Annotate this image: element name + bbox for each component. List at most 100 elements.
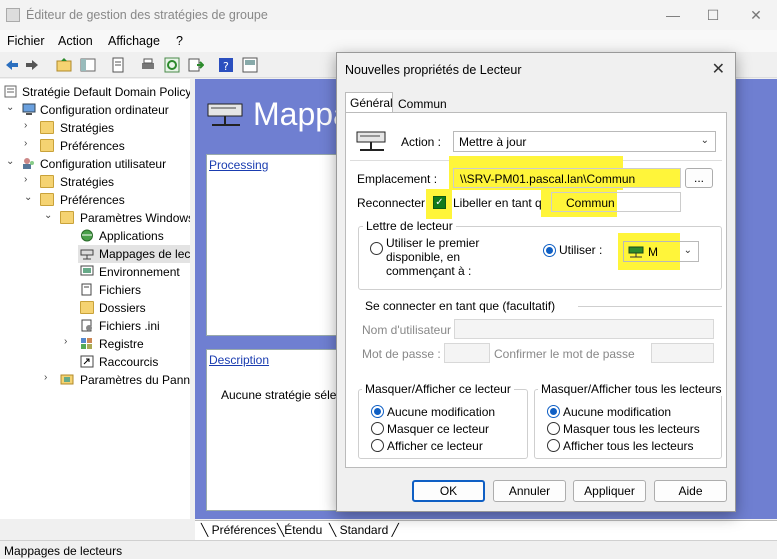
hide-show-all-radio-1[interactable] (547, 422, 560, 435)
help-icon[interactable]: ? (218, 57, 234, 73)
hide-show-drive-radio-1[interactable] (371, 422, 384, 435)
tree-item-config-ordinateur[interactable]: ⌄ Configuration ordinateur (0, 101, 190, 119)
folder-icon (40, 193, 54, 206)
tree-item-parametres-windows[interactable]: ⌄ Paramètres Windows (0, 209, 190, 227)
tab-standard[interactable]: ╲ Standard ╱ (329, 523, 399, 537)
up-folder-icon[interactable] (56, 57, 72, 73)
print-icon[interactable] (140, 57, 156, 73)
menu-action[interactable]: Action (58, 34, 93, 48)
chevron-right-icon[interactable]: › (64, 336, 67, 347)
cancel-button[interactable]: Annuler (493, 480, 566, 502)
chevron-right-icon[interactable]: › (44, 372, 47, 383)
chevron-down-icon[interactable]: ⌄ (6, 102, 14, 113)
tree-item-panneau[interactable]: › Paramètres du Panneau de configuration (0, 371, 190, 389)
close-button[interactable]: ✕ (745, 6, 767, 24)
tree-item-preferences-1[interactable]: › Préférences (0, 137, 190, 155)
processing-link[interactable]: Processing (209, 158, 268, 172)
export-icon[interactable] (188, 57, 204, 73)
status-bar: Mappages de lecteurs (0, 540, 777, 559)
tree-item-preferences-2[interactable]: ⌄ Préférences (0, 191, 190, 209)
general-panel: Action : Mettre à jour ⌄ Emplacement : \… (345, 112, 727, 468)
chevron-right-icon[interactable]: › (24, 120, 27, 131)
chevron-down-icon[interactable]: ⌄ (6, 156, 14, 167)
location-value: \\SRV-PM01.pascal.lan\Commun (460, 172, 636, 186)
minimize-button[interactable]: — (662, 6, 684, 24)
drive-select[interactable]: M ⌄ (623, 241, 699, 262)
computer-icon (22, 103, 36, 115)
tree-label: Paramètres Windows (80, 211, 190, 225)
hide-show-drive-radio-0[interactable] (371, 405, 384, 418)
hide-show-all-radio-0[interactable] (547, 405, 560, 418)
tree-item-strategies-1[interactable]: › Stratégies (0, 119, 190, 137)
app-icon (6, 8, 20, 22)
bottom-tab-bar: ╲ Préférences ╲Étendu ╲ Standard ╱ (195, 520, 777, 540)
tree-label: Stratégie Default Domain Policy (22, 85, 190, 99)
tab-general[interactable]: Général (345, 92, 393, 113)
drive-value: M (648, 245, 658, 259)
menu-fichier[interactable]: Fichier (7, 34, 45, 48)
dialog-title: Nouvelles propriétés de Lecteur (345, 63, 522, 77)
maximize-button[interactable]: ☐ (702, 6, 724, 24)
ini-file-icon (81, 319, 92, 332)
back-icon[interactable] (4, 57, 20, 73)
drive-letter-icon (628, 246, 644, 258)
label-as-value: Commun (566, 196, 615, 210)
tree-item-fichiers-ini[interactable]: Fichiers .ini (0, 317, 190, 335)
registry-icon (81, 338, 92, 349)
help-button[interactable]: Aide (654, 480, 727, 502)
properties-icon[interactable] (110, 57, 126, 73)
hide-show-drive-radio-2[interactable] (371, 439, 384, 452)
refresh-icon[interactable] (164, 57, 180, 73)
dialog-close-icon[interactable]: ✕ (712, 59, 725, 79)
use-radio[interactable] (543, 244, 556, 257)
apply-button[interactable]: Appliquer (573, 480, 646, 502)
tree-item-strategies-2[interactable]: › Stratégies (0, 173, 190, 191)
tree-label: Applications (99, 229, 164, 243)
description-link[interactable]: Description (209, 353, 269, 367)
username-input[interactable] (454, 319, 714, 339)
tree-item-registre[interactable]: › Registre (0, 335, 190, 353)
use-first-radio[interactable] (370, 242, 383, 255)
tab-commun[interactable]: Commun (395, 95, 450, 113)
tree-item-config-utilisateur[interactable]: ⌄ Configuration utilisateur (0, 155, 190, 173)
reconnect-checkbox[interactable]: ✓ (433, 196, 446, 209)
action-value: Mettre à jour (459, 135, 527, 149)
svg-text:?: ? (223, 60, 229, 73)
forward-icon[interactable] (24, 57, 40, 73)
show-tree-icon[interactable] (80, 57, 96, 73)
console-icon[interactable] (242, 57, 258, 73)
tab-preferences[interactable]: ╲ Préférences (201, 523, 276, 537)
menu-affichage[interactable]: Affichage (108, 34, 160, 48)
chevron-right-icon[interactable]: › (24, 174, 27, 185)
chevron-down-icon[interactable]: ⌄ (44, 210, 52, 221)
ok-button[interactable]: OK (412, 480, 485, 502)
action-select[interactable]: Mettre à jour ⌄ (453, 131, 716, 152)
chevron-down-icon[interactable]: ⌄ (24, 192, 32, 203)
browse-button[interactable]: ... (685, 168, 713, 188)
tree-label: Configuration utilisateur (40, 157, 167, 171)
confirm-password-input[interactable] (651, 343, 714, 363)
hide-show-all-option-0: Aucune modification (563, 405, 672, 419)
chevron-right-icon[interactable]: › (24, 138, 27, 149)
tree-item-environnement[interactable]: Environnement (0, 263, 190, 281)
label-as-input[interactable]: Commun (551, 192, 681, 212)
location-label: Emplacement : (357, 172, 438, 186)
location-input[interactable]: \\SRV-PM01.pascal.lan\Commun (453, 168, 681, 188)
tab-etendu[interactable]: ╲Étendu (277, 523, 322, 537)
tree-label: Configuration ordinateur (40, 103, 169, 117)
shortcut-icon (80, 355, 94, 368)
tree-item-mappages[interactable]: Mappages de lecteurs (0, 245, 190, 263)
tree-pane: Stratégie Default Domain Policy ⌄ Config… (0, 79, 190, 519)
tree-item-dossiers[interactable]: Dossiers (0, 299, 190, 317)
tree-root[interactable]: Stratégie Default Domain Policy (0, 83, 190, 101)
tree-item-fichiers[interactable]: Fichiers (0, 281, 190, 299)
hide-show-drive-title: Masquer/Afficher ce lecteur (362, 382, 514, 396)
menu-help[interactable]: ? (176, 34, 183, 48)
password-input[interactable] (444, 343, 490, 363)
status-text: Mappages de lecteurs (4, 544, 123, 558)
hide-show-all-option-2: Afficher tous les lecteurs (563, 439, 694, 453)
tree-item-raccourcis[interactable]: Raccourcis (0, 353, 190, 371)
hide-show-all-radio-2[interactable] (547, 439, 560, 452)
globe-icon (81, 229, 93, 242)
tree-item-applications[interactable]: Applications (0, 227, 190, 245)
